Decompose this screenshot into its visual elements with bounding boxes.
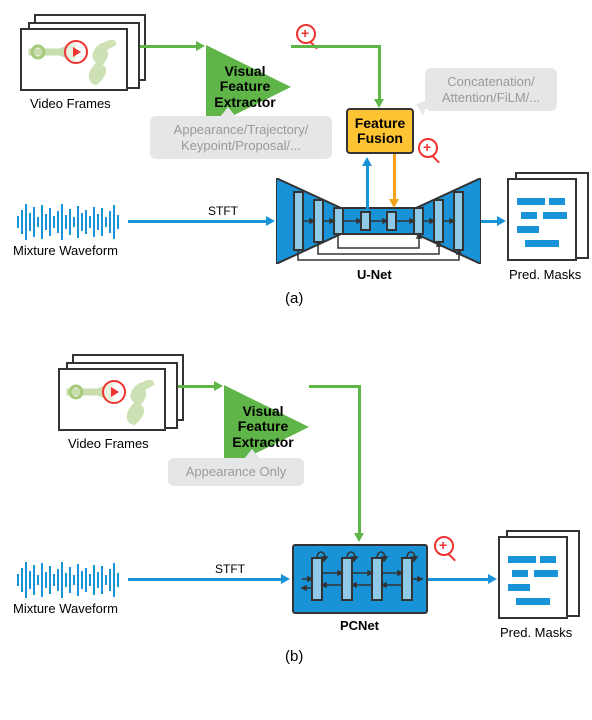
arrow-fusion-to-unet xyxy=(393,154,396,201)
vfe-callout: Appearance Only xyxy=(168,458,304,486)
arrow-frames-to-vfe xyxy=(178,385,216,388)
vfe-label: Visual Feature Extractor xyxy=(227,393,299,461)
unet-label: U-Net xyxy=(357,267,392,282)
unet-block xyxy=(276,178,481,264)
mixture-label: Mixture Waveform xyxy=(13,243,118,258)
video-frames-label: Video Frames xyxy=(68,436,149,451)
arrowhead xyxy=(196,41,205,51)
pcnet-block xyxy=(292,544,428,614)
magnifier-plus-icon: + xyxy=(434,536,454,556)
arrowhead xyxy=(354,533,364,542)
play-icon xyxy=(64,40,88,64)
violin-icon xyxy=(84,40,122,87)
pred-masks xyxy=(498,536,568,619)
arrowhead xyxy=(362,157,372,166)
magnifier-plus-icon: + xyxy=(296,24,316,44)
arrow-frames-to-vfe xyxy=(140,45,198,48)
arrowhead xyxy=(266,216,275,226)
subfig-a-label: (a) xyxy=(285,290,303,307)
mixture-waveform xyxy=(17,202,119,242)
arrow-pcnet-to-pred xyxy=(428,578,490,581)
panel-b: Video Frames Visual Feature Extractor Ap… xyxy=(0,340,592,710)
play-icon xyxy=(102,380,126,404)
arrowhead xyxy=(488,574,497,584)
video-frame-content xyxy=(60,370,164,429)
arrowhead xyxy=(374,99,384,108)
vfe-callout: Appearance/Trajectory/ Keypoint/Proposal… xyxy=(150,116,332,159)
arrowhead xyxy=(497,216,506,226)
visual-feature-extractor: Visual Feature Extractor xyxy=(224,385,309,469)
fusion-callout-text: Concatenation/ Attention/FiLM/... xyxy=(442,74,540,105)
arrow-vfe-right xyxy=(309,385,361,388)
arrow-vfe-right xyxy=(291,45,381,48)
arrowhead xyxy=(281,574,290,584)
violin-icon xyxy=(122,380,160,427)
stft-label: STFT xyxy=(208,204,238,218)
mixture-label: Mixture Waveform xyxy=(13,601,118,616)
arrowhead xyxy=(214,381,223,391)
pred-label: Pred. Masks xyxy=(500,625,572,640)
arrow-vfe-down xyxy=(358,385,361,535)
video-frame-content xyxy=(22,30,126,89)
video-frames-stack xyxy=(20,28,128,91)
arrow-wave-to-pcnet xyxy=(128,578,283,581)
video-frames-stack xyxy=(58,368,166,431)
pcnet-label: PCNet xyxy=(340,618,379,633)
fusion-label: Feature Fusion xyxy=(355,116,406,147)
magnifier-plus-icon: + xyxy=(418,138,438,158)
panel-a: Video Frames Visual Feature Extractor + … xyxy=(0,0,592,325)
pred-masks xyxy=(507,178,577,261)
arrow-vfe-down xyxy=(378,45,381,101)
mixture-waveform xyxy=(17,560,119,600)
stft-label: STFT xyxy=(215,562,245,576)
vfe-callout-text: Appearance/Trajectory/ Keypoint/Proposal… xyxy=(174,122,309,153)
feature-fusion-block: Feature Fusion xyxy=(346,108,414,154)
pred-label: Pred. Masks xyxy=(509,267,581,282)
subfig-b-label: (b) xyxy=(285,648,303,665)
arrowhead xyxy=(389,199,399,208)
arrow-wave-to-unet xyxy=(128,220,268,223)
video-frames-label: Video Frames xyxy=(30,96,111,111)
vfe-callout-text: Appearance Only xyxy=(186,464,286,479)
fusion-callout: Concatenation/ Attention/FiLM/... xyxy=(425,68,557,111)
arrow-unet-to-fusion xyxy=(366,165,369,209)
